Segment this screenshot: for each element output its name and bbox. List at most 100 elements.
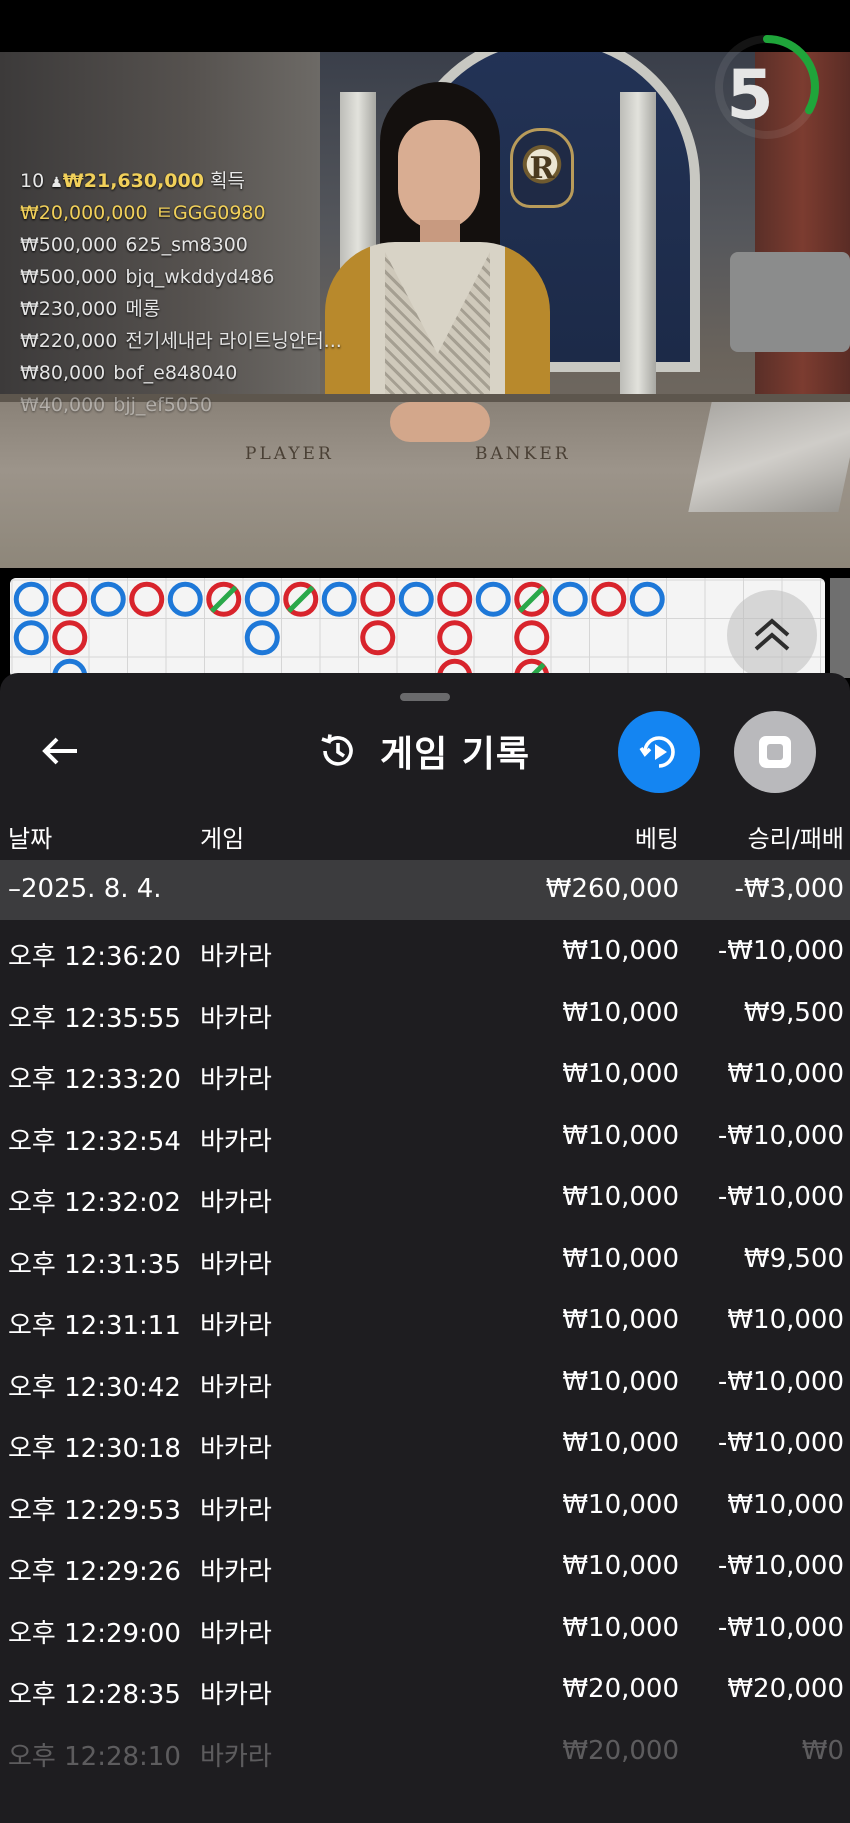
game-history-panel: 게임 기록 날짜 게임 베팅 승리/패배 –2025. 8. 4. ₩260,0… bbox=[0, 673, 850, 1823]
table-row[interactable]: 오후 12:30:18 바카라 ₩10,000 -₩10,000 bbox=[0, 1412, 850, 1474]
row-result: ₩10,000 bbox=[727, 1489, 844, 1520]
row-bet: ₩10,000 bbox=[562, 1182, 679, 1212]
table-row[interactable]: 오후 12:28:35 바카라 ₩20,000 ₩20,000 bbox=[0, 1658, 850, 1720]
winner-amount: ₩500,000 bbox=[20, 266, 118, 288]
row-bet: ₩20,000 bbox=[562, 1674, 679, 1704]
table-row[interactable]: 오후 12:36:20 바카라 ₩10,000 -₩10,000 bbox=[0, 920, 850, 982]
row-result: -₩10,000 bbox=[717, 1612, 844, 1643]
row-game: 바카라 bbox=[200, 1372, 272, 1403]
row-time: 오후 12:29:00 bbox=[8, 1618, 181, 1649]
table-row[interactable]: 오후 12:31:35 바카라 ₩10,000 ₩9,500 bbox=[0, 1228, 850, 1290]
table-row[interactable]: 오후 12:29:26 바카라 ₩10,000 -₩10,000 bbox=[0, 1535, 850, 1597]
table-row[interactable]: 오후 12:35:55 바카라 ₩10,000 ₩9,500 bbox=[0, 982, 850, 1044]
winner-amount: ₩230,000 bbox=[20, 298, 118, 320]
winner-name: 625_sm8300 bbox=[125, 234, 248, 256]
row-bet: ₩10,000 bbox=[562, 1366, 679, 1397]
row-result: ₩10,000 bbox=[727, 1059, 844, 1089]
column-header-bet[interactable]: 베팅 bbox=[635, 819, 679, 854]
winners-list: 10 ♟₩21,630,000 획득 ₩20,000,000 ㅌGGG0980 ₩… bbox=[20, 165, 380, 421]
stop-square-icon bbox=[759, 736, 791, 768]
row-game: 바카라 bbox=[200, 1188, 272, 1218]
bead-road-grid bbox=[10, 578, 825, 678]
table-row[interactable]: 오후 12:29:53 바카라 ₩10,000 ₩10,000 bbox=[0, 1474, 850, 1536]
page-title: 게임 기록 bbox=[380, 734, 531, 775]
stop-button[interactable] bbox=[734, 711, 816, 793]
winner-row: ₩500,000 625_sm8300 bbox=[20, 229, 380, 261]
studio-emblem: R bbox=[510, 128, 574, 208]
row-game: 바카라 bbox=[200, 1680, 272, 1710]
table-row[interactable]: 오후 12:32:54 바카라 ₩10,000 -₩10,000 bbox=[0, 1105, 850, 1167]
winner-row: ₩40,000 bjj_ef5050 bbox=[20, 389, 380, 421]
panel-drag-handle[interactable] bbox=[400, 693, 450, 701]
table-row[interactable]: 오후 12:30:42 바카라 ₩10,000 -₩10,000 bbox=[0, 1351, 850, 1413]
row-result: -₩10,000 bbox=[717, 1120, 844, 1151]
expand-road-button[interactable] bbox=[727, 590, 817, 680]
row-game: 바카라 bbox=[200, 1618, 272, 1649]
table-row[interactable]: 오후 12:28:10 바카라 ₩20,000 ₩0 bbox=[0, 1720, 850, 1782]
winner-row: ₩80,000 bof_e848040 bbox=[20, 357, 380, 389]
table-header: 날짜 게임 베팅 승리/패배 bbox=[0, 809, 850, 859]
row-game: 바카라 bbox=[200, 1557, 272, 1587]
column-header-game[interactable]: 게임 bbox=[200, 819, 244, 854]
winners-count: 10 bbox=[20, 170, 45, 192]
winner-name: bof_e848040 bbox=[113, 362, 238, 384]
row-time: 오후 12:30:42 bbox=[8, 1372, 181, 1403]
row-result: -₩10,000 bbox=[717, 1182, 844, 1212]
winners-suffix: 획득 bbox=[210, 170, 245, 192]
bead-road-board[interactable] bbox=[10, 578, 825, 678]
winner-name: bjq_wkddyd486 bbox=[125, 266, 275, 288]
row-result: ₩10,000 bbox=[727, 1305, 844, 1335]
history-clock-icon bbox=[321, 734, 353, 766]
row-result: -₩10,000 bbox=[717, 936, 844, 966]
row-bet: ₩10,000 bbox=[562, 1243, 679, 1274]
winner-name: bjj_ef5050 bbox=[113, 394, 213, 416]
date-group-row[interactable]: –2025. 8. 4. ₩260,000 -₩3,000 bbox=[0, 860, 850, 920]
winner-amount: ₩20,000,000 bbox=[20, 202, 148, 224]
row-time: 오후 12:29:26 bbox=[8, 1557, 181, 1587]
date-group-result-total: -₩3,000 bbox=[734, 874, 844, 904]
dealer-face bbox=[398, 120, 480, 230]
row-time: 오후 12:28:35 bbox=[8, 1680, 181, 1710]
table-row[interactable]: 오후 12:29:00 바카라 ₩10,000 -₩10,000 bbox=[0, 1597, 850, 1659]
row-result: -₩10,000 bbox=[717, 1428, 844, 1458]
row-result: -₩10,000 bbox=[717, 1551, 844, 1581]
winners-summary: 10 ♟₩21,630,000 획득 bbox=[20, 165, 380, 197]
table-row[interactable]: 오후 12:31:11 바카라 ₩10,000 ₩10,000 bbox=[0, 1289, 850, 1351]
row-bet: ₩10,000 bbox=[562, 1120, 679, 1151]
panel-header: 게임 기록 bbox=[318, 723, 530, 779]
table-row[interactable]: 오후 12:32:02 바카라 ₩10,000 -₩10,000 bbox=[0, 1166, 850, 1228]
chevron-double-up-icon bbox=[754, 618, 790, 651]
row-time: 오후 12:29:53 bbox=[8, 1495, 181, 1526]
winner-row: ₩500,000 bjq_wkddyd486 bbox=[20, 261, 380, 293]
row-time: 오후 12:28:10 bbox=[8, 1741, 181, 1772]
row-result: ₩20,000 bbox=[727, 1674, 844, 1704]
person-icon: ♟ bbox=[50, 175, 63, 191]
dealer-hands bbox=[390, 402, 490, 442]
row-result: ₩0 bbox=[801, 1735, 844, 1766]
back-button[interactable] bbox=[30, 721, 90, 781]
replay-button[interactable] bbox=[618, 711, 700, 793]
table-row[interactable]: 오후 12:33:20 바카라 ₩10,000 ₩10,000 bbox=[0, 1043, 850, 1105]
row-bet: ₩10,000 bbox=[562, 1059, 679, 1089]
row-time: 오후 12:31:35 bbox=[8, 1249, 181, 1280]
row-game: 바카라 bbox=[200, 1126, 272, 1157]
history-rows: 오후 12:36:20 바카라 ₩10,000 -₩10,000 오후 12:35:5… bbox=[0, 920, 850, 1781]
card-shuffler bbox=[730, 252, 850, 352]
date-group-bet-total: ₩260,000 bbox=[545, 874, 679, 904]
row-time: 오후 12:36:20 bbox=[8, 942, 181, 972]
studio-pillar bbox=[620, 92, 656, 422]
row-bet: ₩10,000 bbox=[562, 1489, 679, 1520]
row-time: 오후 12:33:20 bbox=[8, 1065, 181, 1095]
arrow-left-icon bbox=[42, 737, 77, 765]
winner-amount: ₩80,000 bbox=[20, 362, 106, 384]
winner-row: ₩20,000,000 ㅌGGG0980 bbox=[20, 197, 380, 229]
row-bet: ₩10,000 bbox=[562, 997, 679, 1028]
winner-amount: ₩500,000 bbox=[20, 234, 118, 256]
column-header-date[interactable]: 날짜 bbox=[8, 819, 52, 854]
winner-name: 메롱 bbox=[125, 298, 161, 320]
road-side-strip bbox=[830, 578, 850, 678]
column-header-result[interactable]: 승리/패배 bbox=[748, 819, 844, 854]
date-group-label: –2025. 8. 4. bbox=[8, 874, 162, 904]
table-banker-label: BANKER bbox=[475, 444, 571, 464]
winner-name: 전기세내라 라이트닝안터... bbox=[125, 330, 342, 352]
